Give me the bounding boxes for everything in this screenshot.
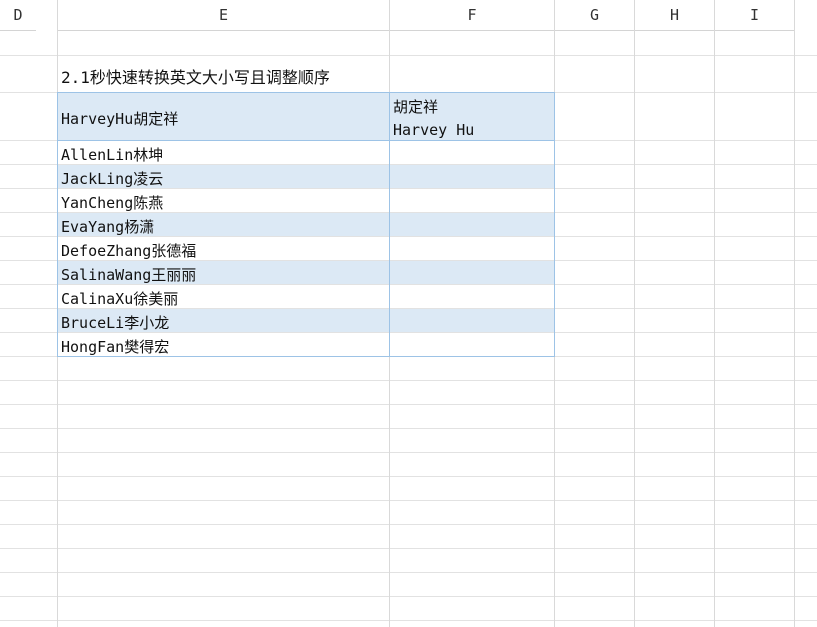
table-row-name-cell[interactable]: JackLing凌云	[61, 168, 163, 189]
row-gridline	[0, 500, 817, 501]
table-border	[57, 92, 58, 357]
cell-f-header-line1[interactable]: 胡定祥	[393, 96, 438, 117]
table-border	[57, 92, 555, 93]
cell-f-header-line2[interactable]: Harvey Hu	[393, 121, 474, 139]
col-gridline	[634, 0, 635, 627]
table-row-name-cell[interactable]: YanCheng陈燕	[61, 192, 163, 213]
row-gridline	[0, 476, 817, 477]
row-gridline	[0, 596, 817, 597]
col-gridline	[794, 0, 795, 627]
table-row-name-cell[interactable]: EvaYang杨潇	[61, 216, 154, 237]
column-header-e[interactable]: E	[58, 0, 389, 31]
row-gridline	[0, 404, 817, 405]
table-row-name-cell[interactable]: SalinaWang王丽丽	[61, 264, 196, 285]
row-gridline	[0, 380, 817, 381]
row-gridline	[0, 55, 817, 56]
table-border	[389, 92, 390, 357]
column-header-g[interactable]: G	[555, 0, 634, 31]
table-row-name-cell[interactable]: DefoeZhang张德福	[61, 240, 196, 261]
table-border	[554, 92, 555, 357]
row-gridline	[0, 548, 817, 549]
row-gridline	[0, 452, 817, 453]
row-gridline	[0, 620, 817, 621]
column-header-h[interactable]: H	[635, 0, 714, 31]
table-row-name-cell[interactable]: AllenLin林坤	[61, 144, 163, 165]
table-row-name-cell[interactable]: CalinaXu徐美丽	[61, 288, 178, 309]
column-header-f[interactable]: F	[390, 0, 554, 31]
col-gridline	[714, 0, 715, 627]
table-row-name-cell[interactable]: HongFan樊得宏	[61, 336, 169, 357]
row-gridline	[0, 428, 817, 429]
cell-e-header[interactable]: HarveyHu胡定祥	[61, 108, 178, 129]
table-row-name-cell[interactable]: BruceLi李小龙	[61, 312, 169, 333]
row-gridline	[0, 524, 817, 525]
column-header-d[interactable]: D	[0, 0, 36, 31]
table-border	[57, 140, 555, 141]
spreadsheet-grid[interactable]: D E F G H I 2.1秒快速转换英文大小写且调整顺序 HarveyHu胡…	[0, 0, 817, 627]
row-gridline	[0, 572, 817, 573]
column-header-i[interactable]: I	[715, 0, 794, 31]
sheet-title-cell[interactable]: 2.1秒快速转换英文大小写且调整顺序	[61, 64, 330, 88]
